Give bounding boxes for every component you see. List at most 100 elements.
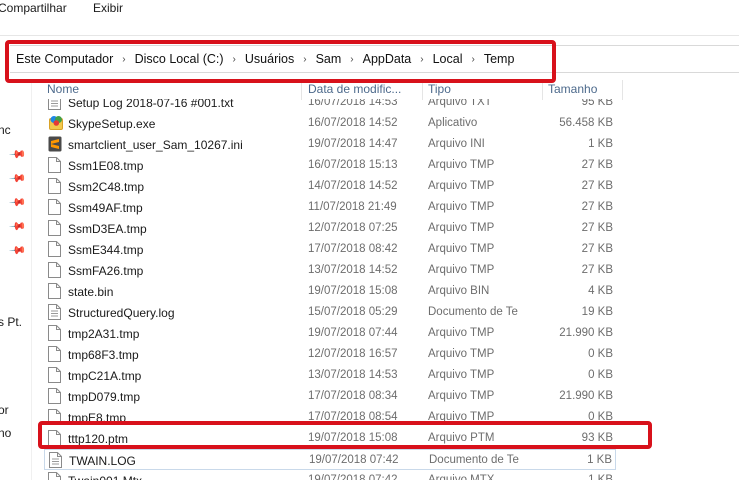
file-row[interactable]: SsmFA26.tmp 13/07/2018 14:52 Arquivo TMP 27… [44,260,616,281]
column-divider[interactable] [301,80,302,100]
blank-file-icon [48,199,61,215]
blank-file-icon [48,283,61,299]
text-file-icon [48,304,61,320]
file-row[interactable]: Ssm49AF.tmp 11/07/2018 21:49 Arquivo TMP 27… [44,197,616,218]
file-size: 21.990 KB [559,327,613,339]
breadcrumb-este-computador[interactable]: Este Computador [16,52,113,66]
nav-item-fragment[interactable]: no [0,426,11,440]
breadcrumb-usuarios[interactable]: Usuários [245,52,294,66]
file-type: Arquivo TXT [428,99,492,108]
breadcrumb-temp[interactable]: Temp [484,52,515,66]
file-row[interactable]: SkypeSetup.exe 16/07/2018 14:52 Aplicativo… [44,113,616,134]
file-row[interactable]: Ssm1E08.tmp 16/07/2018 15:13 Arquivo TMP 27… [44,155,616,176]
file-row[interactable]: tttp120.ptm 19/07/2018 15:08 Arquivo PTM 93… [44,428,616,449]
skype-setup-icon [48,115,63,131]
file-name: Ssm1E08.tmp [68,159,144,173]
nav-item-fragment[interactable]: or [0,403,9,417]
file-date-modified: 19/07/2018 07:42 [309,454,399,466]
file-row[interactable]: SsmD3EA.tmp 12/07/2018 07:25 Arquivo TMP 27… [44,218,616,239]
breadcrumb-sam[interactable]: Sam [316,52,342,66]
file-date-modified: 13/07/2018 14:53 [308,369,398,381]
column-header-nome[interactable]: Nome [47,82,79,96]
breadcrumb-separator[interactable]: › [303,54,306,65]
file-date-modified: 14/07/2018 14:52 [308,180,398,192]
file-row[interactable]: Setup Log 2018-07-16 #001.txt 16/07/2018 … [44,99,616,113]
file-type: Aplicativo [428,117,478,129]
file-name: Ssm49AF.tmp [68,201,143,215]
file-name: tmpD079.tmp [68,390,141,404]
file-date-modified: 17/07/2018 08:54 [308,411,398,423]
file-type: Arquivo MTX [428,474,495,480]
file-row[interactable]: TWAIN.LOG 19/07/2018 07:42 Documento de Te… [44,449,616,470]
file-type: Arquivo TMP [428,327,495,339]
file-name: Setup Log 2018-07-16 #001.txt [68,99,234,110]
file-type: Arquivo TMP [428,159,495,171]
column-header-tamanho[interactable]: Tamanho [548,82,597,96]
file-row[interactable]: tmpD079.tmp 17/07/2018 08:34 Arquivo TMP 21… [44,386,616,407]
address-bar[interactable]: Este Computador › Disco Local (C:) › Usu… [10,45,739,73]
nav-item-fragment[interactable]: s Pt. [0,315,22,329]
file-type: Arquivo TMP [428,390,495,402]
file-row[interactable]: SsmE344.tmp 17/07/2018 08:42 Arquivo TMP 27… [44,239,616,260]
file-type: Arquivo INI [428,138,485,150]
file-size: 1 KB [587,454,612,466]
file-date-modified: 13/07/2018 14:52 [308,264,398,276]
nav-item-fragment[interactable]: nc [0,123,11,137]
file-name: tmpE8.tmp [68,411,127,425]
column-divider[interactable] [542,80,543,100]
column-header-row: Nome Data de modific... Tipo Tamanho [44,80,624,100]
breadcrumb-disco-local[interactable]: Disco Local (C:) [135,52,224,66]
file-size: 21.990 KB [559,390,613,402]
breadcrumb-appdata[interactable]: AppData [363,52,412,66]
tab-exibir[interactable]: Exibir [93,1,123,15]
file-name: tttp120.ptm [68,432,129,446]
tab-compartilhar[interactable]: Compartilhar [0,1,67,15]
file-date-modified: 16/07/2018 14:52 [308,117,398,129]
breadcrumb-separator[interactable]: › [233,54,236,65]
file-size: 0 KB [588,411,613,423]
file-date-modified: 19/07/2018 15:08 [308,432,398,444]
file-date-modified: 15/07/2018 05:29 [308,306,398,318]
blank-file-icon [48,472,61,480]
file-row[interactable]: Ssm2C48.tmp 14/07/2018 14:52 Arquivo TMP 27… [44,176,616,197]
file-row[interactable]: tmpC21A.tmp 13/07/2018 14:53 Arquivo TMP 0 … [44,365,616,386]
navigation-pane[interactable]: nc 📌 📌 📌 📌 📌 s Pt. or no [0,83,32,480]
column-divider[interactable] [622,80,623,100]
file-row[interactable]: state.bin 19/07/2018 15:08 Arquivo BIN 4 KB [44,281,616,302]
blank-file-icon [48,220,61,236]
file-row[interactable]: StructuredQuery.log 15/07/2018 05:29 Docum… [44,302,616,323]
breadcrumb-separator[interactable]: › [122,54,125,65]
pin-icon: 📌 [8,193,27,212]
blank-file-icon [48,178,61,194]
breadcrumb-separator[interactable]: › [420,54,423,65]
blank-file-icon [48,241,61,257]
breadcrumb-separator[interactable]: › [472,54,475,65]
ribbon: Compartilhar Exibir [0,0,739,36]
column-divider[interactable] [422,80,423,100]
file-name: state.bin [68,285,114,299]
file-type: Arquivo PTM [428,432,495,444]
file-row[interactable]: smartclient_user_Sam_10267.ini 19/07/2018… [44,134,616,155]
breadcrumb-separator[interactable]: › [350,54,353,65]
file-size: 95 KB [581,99,613,108]
file-row[interactable]: tmp2A31.tmp 19/07/2018 07:44 Arquivo TMP 21… [44,323,616,344]
file-date-modified: 19/07/2018 07:42 [308,474,398,480]
file-type: Arquivo TMP [428,348,495,360]
file-size: 27 KB [581,159,613,171]
file-list[interactable]: Setup Log 2018-07-16 #001.txt 16/07/2018 … [44,99,624,480]
file-type: Arquivo TMP [428,264,495,276]
file-type: Arquivo TMP [428,243,495,255]
column-header-data[interactable]: Data de modific... [308,82,401,96]
file-row[interactable]: tmp68F3.tmp 12/07/2018 16:57 Arquivo TMP 0 … [44,344,616,365]
file-date-modified: 16/07/2018 14:53 [308,99,398,108]
breadcrumb-local[interactable]: Local [433,52,463,66]
file-name: TWAIN.LOG [69,454,136,468]
blank-file-icon [48,346,61,362]
file-name: tmp2A31.tmp [68,327,140,341]
file-name: Ssm2C48.tmp [68,180,145,194]
column-header-tipo[interactable]: Tipo [428,82,451,96]
file-row[interactable]: tmpE8.tmp 17/07/2018 08:54 Arquivo TMP 0 KB [44,407,616,428]
file-size: 27 KB [581,201,613,213]
file-name: Twain001.Mtx [68,474,142,480]
file-row[interactable]: Twain001.Mtx 19/07/2018 07:42 Arquivo MTX 1… [44,470,616,480]
